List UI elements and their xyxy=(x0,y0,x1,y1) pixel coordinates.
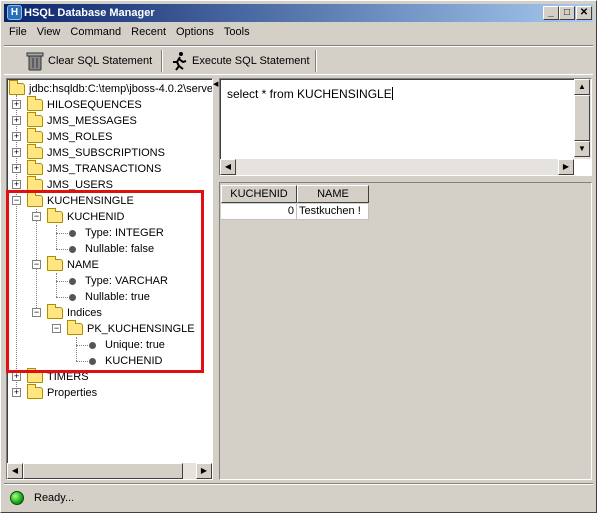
tree-horizontal-scrollbar[interactable]: ◀ ▶ xyxy=(7,463,212,479)
scroll-down-icon[interactable]: ▼ xyxy=(574,141,590,157)
expand-icon[interactable]: + xyxy=(12,148,21,157)
folder-icon xyxy=(27,384,43,399)
status-text: Ready... xyxy=(34,492,75,504)
scroll-right-icon[interactable]: ▶ xyxy=(196,463,212,479)
menu-tools[interactable]: Tools xyxy=(219,23,255,42)
expand-icon[interactable]: + xyxy=(12,132,21,141)
column-header[interactable]: KUCHENID xyxy=(221,185,297,203)
title-bar: H HSQL Database Manager _ □ ✕ xyxy=(4,4,593,22)
folder-icon xyxy=(27,144,43,159)
scroll-right-icon[interactable]: ▶ xyxy=(558,159,574,175)
column-header[interactable]: NAME xyxy=(297,185,369,203)
status-bar: Ready... xyxy=(4,483,593,510)
folder-icon xyxy=(27,112,43,127)
results-panel: KUCHENID NAME 0 Testkuchen ! xyxy=(219,182,592,480)
tree-root-label: jdbc:hsqldb:C:\temp\jboss-4.0.2\server xyxy=(29,83,212,95)
expand-icon[interactable]: + xyxy=(12,388,21,397)
menu-view[interactable]: View xyxy=(32,23,66,42)
folder-icon xyxy=(27,128,43,143)
minimize-button[interactable]: _ xyxy=(543,6,559,20)
close-button[interactable]: ✕ xyxy=(576,6,592,20)
folder-icon xyxy=(27,160,43,175)
toolbar: Clear SQL Statement Execute SQL Statemen… xyxy=(4,45,593,75)
tree-node-label: JMS_MESSAGES xyxy=(47,115,137,127)
tree-node-label: JMS_TRANSACTIONS xyxy=(47,163,162,175)
tree-node-hilosequences[interactable]: HILOSEQUENCES xyxy=(27,96,142,113)
text-caret xyxy=(391,87,393,100)
scroll-thumb[interactable] xyxy=(23,463,183,479)
folder-icon xyxy=(27,96,43,111)
expand-icon[interactable]: + xyxy=(12,116,21,125)
tree-node-label: HILOSEQUENCES xyxy=(47,99,142,111)
expand-icon[interactable]: + xyxy=(12,372,21,381)
tree-node-jms-subscriptions[interactable]: JMS_SUBSCRIPTIONS xyxy=(27,144,165,161)
tree-node-label: JMS_ROLES xyxy=(47,131,113,143)
menu-bar: File View Command Recent Options Tools xyxy=(4,23,593,42)
window-title: HSQL Database Manager xyxy=(24,7,155,19)
clear-sql-button[interactable]: Clear SQL Statement xyxy=(22,50,162,72)
expand-icon[interactable]: + xyxy=(12,164,21,173)
maximize-button[interactable]: □ xyxy=(559,6,575,20)
folder-icon xyxy=(9,80,25,95)
scroll-left-icon[interactable]: ◀ xyxy=(7,463,23,479)
menu-file[interactable]: File xyxy=(4,23,32,42)
tree-node-jms-messages[interactable]: JMS_MESSAGES xyxy=(27,112,137,129)
execute-sql-button[interactable]: Execute SQL Statement xyxy=(166,50,316,72)
expand-icon[interactable]: + xyxy=(12,100,21,109)
tree-node-properties[interactable]: Properties xyxy=(27,384,98,401)
tree-node-label: Properties xyxy=(47,387,98,399)
table-cell[interactable]: 0 xyxy=(221,204,297,220)
sql-horizontal-scrollbar[interactable]: ◀ ▶ xyxy=(220,159,574,175)
table-cell[interactable]: Testkuchen ! xyxy=(297,204,369,220)
scroll-left-icon[interactable]: ◀ xyxy=(220,159,236,175)
sql-text[interactable]: select * from KUCHENSINGLE xyxy=(227,87,393,101)
tree-node-jms-transactions[interactable]: JMS_TRANSACTIONS xyxy=(27,160,162,177)
execute-sql-label: Execute SQL Statement xyxy=(192,55,310,67)
trash-icon xyxy=(26,52,44,71)
menu-recent[interactable]: Recent xyxy=(126,23,171,42)
app-icon: H xyxy=(7,5,22,20)
sql-statement: select * from KUCHENSINGLE xyxy=(227,87,392,101)
tree-root-node[interactable]: jdbc:hsqldb:C:\temp\jboss-4.0.2\server xyxy=(9,80,212,97)
sql-vertical-scrollbar[interactable]: ▲ ▼ xyxy=(574,79,591,159)
highlight-box xyxy=(6,190,204,373)
running-man-icon xyxy=(173,52,187,71)
app-window: H HSQL Database Manager _ □ ✕ File View Co… xyxy=(0,0,597,513)
menu-options[interactable]: Options xyxy=(171,23,219,42)
collapse-left-icon[interactable]: ◀ xyxy=(213,81,218,88)
expand-icon[interactable]: + xyxy=(12,180,21,189)
tree-node-jms-roles[interactable]: JMS_ROLES xyxy=(27,128,113,145)
scroll-thumb[interactable] xyxy=(574,95,590,141)
menu-command[interactable]: Command xyxy=(65,23,126,42)
status-indicator-icon xyxy=(10,491,24,505)
clear-sql-label: Clear SQL Statement xyxy=(48,55,153,67)
tree-node-label: JMS_SUBSCRIPTIONS xyxy=(47,147,165,159)
sql-editor[interactable]: select * from KUCHENSINGLE ▲ ▼ ◀ ▶ xyxy=(219,78,592,176)
scroll-up-icon[interactable]: ▲ xyxy=(574,79,590,95)
